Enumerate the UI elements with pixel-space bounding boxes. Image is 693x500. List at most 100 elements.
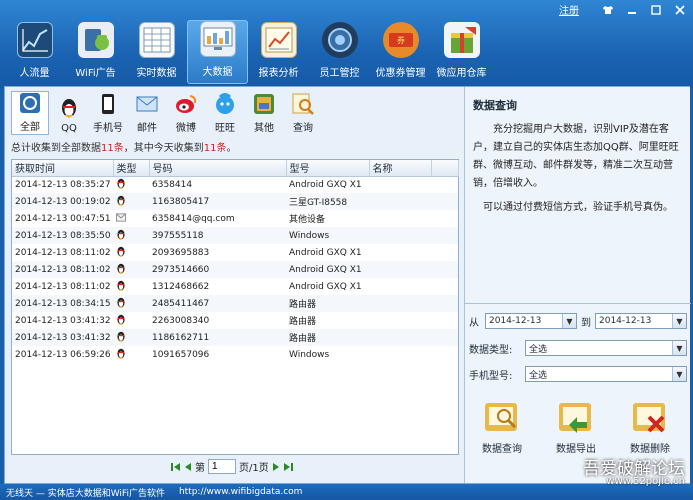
table-row[interactable]: 2014-12-13 06:59:26 1091657096 Windows [12, 346, 458, 363]
action-label: 数据导出 [556, 444, 596, 455]
data-type-select[interactable]: 全选 ▼ [525, 340, 687, 356]
filter-bar: 全部 QQ 手机号 邮件 微博 旺旺 其他 查询 [11, 91, 323, 135]
nav-label: 员工管控 [319, 68, 360, 79]
next-page-icon[interactable] [272, 462, 281, 472]
dropdown-arrow-icon: ▼ [672, 367, 686, 381]
cell-spacer [431, 193, 458, 210]
col-header-type[interactable]: 类型 [113, 160, 150, 177]
table-row[interactable]: 2014-12-13 08:11:02 2973514660 Android GXQ… [12, 261, 458, 278]
main-window: 全部 QQ 手机号 邮件 微博 旺旺 其他 查询 总计收集到全部数据11条，其中… [4, 86, 691, 484]
nav-item-coupons[interactable]: 券 优惠券管理 [370, 20, 431, 84]
cell-name [369, 346, 431, 363]
filter-label: 旺旺 [215, 123, 235, 134]
cell-type [113, 346, 149, 363]
nav-item-reports[interactable]: 报表分析 [248, 20, 309, 84]
nav-item-bigdata[interactable]: 大数据 [187, 20, 248, 84]
status-url[interactable]: http://www.wifibigdata.com [179, 487, 303, 497]
summary-part1: 总计收集到全部数据 [11, 143, 101, 154]
cell-name [369, 210, 431, 227]
phone-model-select[interactable]: 全选 ▼ [525, 366, 687, 382]
cell-time: 2014-12-13 08:11:02 [12, 261, 113, 278]
filter-other[interactable]: 其他 [245, 91, 283, 135]
qq-penguin-icon [117, 297, 125, 308]
cell-time: 2014-12-13 03:41:32 [12, 329, 113, 346]
shirt-icon[interactable] [599, 3, 617, 17]
nav-item-staff[interactable]: 员工管控 [309, 20, 370, 84]
filter-qq[interactable]: QQ [50, 91, 88, 135]
cell-number: 1091657096 [152, 349, 210, 360]
table-row[interactable]: 2014-12-13 08:35:50 397555118 Windows [12, 227, 458, 244]
qq-penguin-icon [117, 348, 125, 359]
summary-part3: 。 [226, 143, 237, 154]
filter-search[interactable]: 查询 [284, 91, 322, 135]
cell-time: 2014-12-13 08:11:02 [15, 281, 111, 292]
query-data-button[interactable]: 数据查询 [471, 399, 533, 455]
first-page-icon[interactable] [171, 462, 180, 472]
cell-spacer [431, 278, 458, 295]
cell-spacer [431, 346, 458, 363]
nav-item-traffic[interactable]: 人流量 [4, 20, 65, 84]
prev-page-icon[interactable] [183, 462, 192, 472]
cell-type [113, 193, 149, 210]
minimize-icon[interactable] [623, 3, 641, 17]
table-row[interactable]: 2014-12-13 00:19:02 1163805417 三星GT-I8558 [12, 193, 458, 210]
nav-item-wifi-ads[interactable]: WiFi广告 [65, 20, 126, 84]
last-page-icon[interactable] [283, 462, 293, 472]
mail-icon [116, 212, 126, 222]
register-link[interactable]: 注册 [559, 2, 579, 17]
filter-mail[interactable]: 邮件 [128, 91, 166, 135]
from-date-picker[interactable]: 2014-12-13 ▼ [485, 313, 577, 329]
table-header-row: 获取时间 类型 号码 型号 名称 [12, 160, 459, 177]
cell-name [369, 244, 431, 261]
table-row[interactable]: 2014-12-13 08:35:27 6358414 Android GXQ X1 [12, 176, 458, 193]
export-data-button[interactable]: 数据导出 [545, 399, 607, 455]
table-row[interactable]: 2014-12-13 08:34:15 2485411467 路由器 [12, 295, 458, 312]
nav-label: 优惠券管理 [375, 68, 426, 79]
nav-item-app-store[interactable]: 微应用仓库 [431, 20, 492, 84]
summary-text: 总计收集到全部数据11条，其中今天收集到11条。 [11, 139, 236, 154]
filter-phone[interactable]: 手机号 [89, 91, 127, 135]
table-row[interactable]: 2014-12-13 03:41:32 1186162711 路由器 [12, 329, 458, 346]
table-row[interactable]: 2014-12-13 08:11:02 2093695883 Android GXQ… [12, 244, 458, 261]
col-header-model[interactable]: 型号 [286, 160, 370, 177]
table-row[interactable]: 2014-12-13 08:11:02 1312468662 Android GXQ… [12, 278, 458, 295]
close-icon[interactable] [671, 3, 689, 17]
delete-data-button[interactable]: 数据删除 [619, 399, 681, 455]
cell-spacer [431, 295, 458, 312]
nav-item-realtime[interactable]: 实时数据 [126, 20, 187, 84]
camera-icon [321, 22, 358, 58]
col-header-time[interactable]: 获取时间 [12, 160, 114, 177]
to-date-value: 2014-12-13 [599, 316, 652, 326]
other-apps-icon [253, 93, 275, 115]
cell-spacer [431, 329, 458, 346]
filter-wangwang[interactable]: 旺旺 [206, 91, 244, 135]
cell-name [369, 193, 431, 210]
main-nav: 人流量 WiFi广告 实时数据 大数据 报表分析 员工管控 券 优惠券管理 微应… [4, 20, 492, 84]
phone-model-label: 手机型号: [469, 370, 513, 382]
cell-model: 路由器 [286, 295, 369, 312]
col-header-number[interactable]: 号码 [149, 160, 287, 177]
filter-all[interactable]: 全部 [11, 91, 49, 135]
status-bar: 无线天 — 实体店大数据和WiFi广告软件 http://www.wifibig… [0, 484, 693, 500]
report-chart-icon [260, 22, 297, 58]
line-chart-icon [16, 22, 53, 58]
status-app-name: 无线天 — 实体店大数据和WiFi广告软件 [6, 488, 165, 499]
summary-total: 11条 [101, 143, 124, 154]
table-row[interactable]: 2014-12-13 00:47:51 6358414@qq.com 其他设备 [12, 210, 458, 227]
page-number-input[interactable] [208, 459, 236, 474]
cell-model: 路由器 [289, 317, 317, 327]
mail-icon [136, 93, 158, 115]
data-table[interactable]: 获取时间 类型 号码 型号 名称 2014-12-13 08:35:27 6358… [11, 159, 459, 455]
to-date-picker[interactable]: 2014-12-13 ▼ [595, 313, 687, 329]
cell-model: Windows [289, 349, 330, 360]
table-row[interactable]: 2014-12-13 03:41:32 2263008340 路由器 [12, 312, 458, 329]
filter-label: 手机号 [93, 123, 123, 134]
cell-number: 397555118 [149, 227, 286, 244]
cell-number: 2263008340 [152, 315, 210, 326]
maximize-icon[interactable] [647, 3, 665, 17]
cell-spacer [431, 312, 458, 329]
filter-weibo[interactable]: 微博 [167, 91, 205, 135]
col-header-name[interactable]: 名称 [369, 160, 432, 177]
pager: 第 页/1页 [171, 459, 293, 474]
cell-type [113, 227, 149, 244]
